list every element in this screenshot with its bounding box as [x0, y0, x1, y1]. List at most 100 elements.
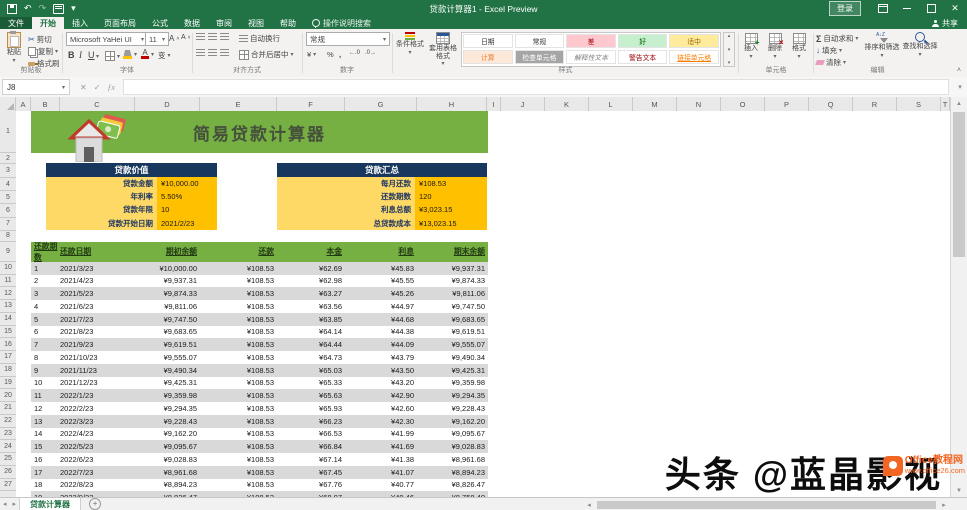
loan-summary-row[interactable]: 利息总额 ¥3,023.15 [277, 203, 487, 216]
row-header[interactable]: 4 [0, 178, 16, 191]
cell-style-chip[interactable]: 差 [566, 34, 616, 48]
formula-input[interactable] [123, 79, 949, 95]
row-header[interactable]: 16 [0, 338, 16, 351]
align-center-icon[interactable] [208, 49, 217, 57]
fill-color-button[interactable]: ▾ [123, 50, 137, 59]
row-header[interactable]: 2 [0, 153, 16, 164]
schedule-row[interactable]: 7 2021/9/23 ¥9,619.51 ¥108.53 ¥64.44 ¥44… [31, 338, 488, 351]
schedule-row[interactable]: 17 2022/7/23 ¥8,961.68 ¥108.53 ¥67.45 ¥4… [31, 466, 488, 479]
column-header[interactable]: K [545, 97, 589, 111]
ribbon-tab[interactable]: 开始 [32, 17, 64, 29]
row-header[interactable]: 17 [0, 351, 16, 364]
format-cells-button[interactable]: 格式 ▾ [789, 33, 809, 61]
row-header[interactable]: 27 [0, 479, 16, 492]
cell-style-chip[interactable]: 好 [618, 34, 668, 48]
row-header[interactable]: 19 [0, 377, 16, 390]
vertical-scrollbar[interactable]: ▲ ▼ [950, 97, 967, 497]
column-header[interactable]: Q [809, 97, 853, 111]
row-header[interactable]: 11 [0, 275, 16, 288]
column-header[interactable]: L [589, 97, 633, 111]
borders-button[interactable]: ▾ [105, 51, 120, 61]
font-color-button[interactable]: A▾ [141, 49, 154, 59]
column-header[interactable]: T [941, 97, 950, 111]
row-header[interactable]: 14 [0, 313, 16, 326]
loan-summary-cell[interactable]: 120 [415, 190, 487, 203]
loan-summary-row[interactable]: 还款期数 120 [277, 190, 487, 203]
horizontal-scroll-thumb[interactable] [597, 501, 936, 509]
row-header[interactable]: 13 [0, 300, 16, 313]
cell-style-chip[interactable]: 计算 [463, 50, 513, 64]
column-header[interactable]: E [200, 97, 277, 111]
column-header[interactable]: J [501, 97, 545, 111]
column-header[interactable]: M [633, 97, 677, 111]
paste-dropdown-icon[interactable]: ▾ [12, 58, 15, 66]
row-header[interactable]: 20 [0, 389, 16, 402]
shrink-font-button[interactable]: A˅ [181, 34, 191, 41]
schedule-row[interactable]: 8 2021/10/23 ¥9,555.07 ¥108.53 ¥64.73 ¥4… [31, 351, 488, 364]
align-bottom-icon[interactable] [220, 33, 229, 41]
column-header[interactable]: F [277, 97, 345, 111]
align-middle-icon[interactable] [208, 33, 217, 41]
loan-value-cell[interactable]: 5.50% [157, 190, 217, 203]
font-name-select[interactable]: Microsoft YaHei UI ▾ [66, 32, 148, 46]
row-header[interactable]: 12 [0, 287, 16, 300]
copy-button[interactable]: 复制 ▾ [28, 46, 58, 57]
vertical-scroll-thumb[interactable] [953, 112, 965, 257]
cell-style-chip[interactable]: 警告文本 [618, 50, 668, 64]
copy-dropdown-icon[interactable]: ▾ [55, 48, 58, 55]
align-right-icon[interactable] [220, 49, 229, 57]
close-button[interactable]: ✕ [943, 0, 967, 17]
column-header[interactable]: A [16, 97, 31, 111]
row-header[interactable]: 15 [0, 326, 16, 339]
loan-summary-cell[interactable]: ¥13,023.15 [415, 217, 487, 230]
row-header[interactable]: 23 [0, 428, 16, 441]
gallery-down-icon[interactable]: ▾ [728, 47, 731, 53]
bold-button[interactable]: B [68, 50, 75, 60]
schedule-row[interactable]: 13 2022/3/23 ¥9,228.43 ¥108.53 ¥66.23 ¥4… [31, 415, 488, 428]
loan-value-row[interactable]: 年利率 5.50% [46, 190, 217, 203]
row-header[interactable]: 9 [0, 242, 16, 262]
column-header[interactable]: D [135, 97, 200, 111]
column-header[interactable]: R [853, 97, 897, 111]
autosum-button[interactable]: Σ 自动求和▾ [816, 33, 858, 44]
decrease-decimal-button[interactable]: .0→ [365, 50, 376, 56]
schedule-row[interactable]: 3 2021/5/23 ¥9,874.33 ¥108.53 ¥63.27 ¥45… [31, 287, 488, 300]
loan-summary-cell[interactable]: ¥3,023.15 [415, 203, 487, 216]
cut-button[interactable]: ✂ 剪切 [28, 34, 52, 45]
schedule-row[interactable]: 18 2022/8/23 ¥8,894.23 ¥108.53 ¥67.76 ¥4… [31, 479, 488, 492]
select-all-button[interactable] [0, 97, 16, 111]
column-header[interactable]: S [897, 97, 941, 111]
vertical-align-buttons[interactable] [196, 33, 229, 41]
qat-customize-icon[interactable]: ▾ [71, 4, 76, 13]
schedule-row[interactable]: 9 2021/11/23 ¥9,490.34 ¥108.53 ¥65.03 ¥4… [31, 364, 488, 377]
accounting-format-button[interactable]: ¥▾ [307, 50, 316, 59]
fill-button[interactable]: ↓ 填充▾ [816, 45, 842, 56]
formula-bar-expand-icon[interactable]: ▾ [953, 83, 967, 91]
horizontal-scrollbar[interactable]: ◂ ▸ [583, 499, 950, 510]
ribbon-tab[interactable]: 文件 [0, 17, 32, 29]
schedule-row[interactable]: 10 2021/12/23 ¥9,425.31 ¥108.53 ¥65.33 ¥… [31, 377, 488, 390]
scroll-down-icon[interactable]: ▼ [951, 484, 967, 497]
name-box[interactable]: J8 ▾ [2, 79, 70, 95]
gallery-up-icon[interactable]: ▴ [728, 33, 731, 39]
name-box-dropdown-icon[interactable]: ▾ [62, 84, 65, 91]
font-size-select[interactable]: 11 ▾ [145, 32, 169, 46]
ribbon-tab[interactable]: 帮助 [272, 17, 304, 29]
cell-style-chip[interactable]: 解释性文本 [566, 50, 616, 64]
find-select-button[interactable]: 查找和选择 ▾ [902, 32, 938, 59]
delete-cells-button[interactable]: × 删除 ▾ [765, 33, 785, 61]
sign-in-button[interactable]: 登录 [829, 1, 861, 16]
row-header[interactable]: 6 [0, 204, 16, 217]
cell-style-chip[interactable]: 日期 [463, 34, 513, 48]
share-button[interactable]: 共享 [923, 17, 967, 29]
row-header[interactable]: 1 [0, 111, 16, 153]
row-header[interactable]: 24 [0, 440, 16, 453]
ribbon-display-options-button[interactable] [871, 0, 895, 17]
loan-value-row[interactable]: 贷款开始日期 2021/2/23 [46, 217, 217, 230]
schedule-row[interactable]: 15 2022/5/23 ¥9,095.67 ¥108.53 ¥66.84 ¥4… [31, 440, 488, 453]
schedule-row[interactable]: 2 2021/4/23 ¥9,937.31 ¥108.53 ¥62.98 ¥45… [31, 275, 488, 288]
cell-style-chip[interactable]: 链接单元格 [669, 50, 719, 64]
ribbon-tab[interactable]: 视图 [240, 17, 272, 29]
cell-style-chip[interactable]: 常规 [515, 34, 565, 48]
save-icon[interactable] [7, 4, 17, 14]
